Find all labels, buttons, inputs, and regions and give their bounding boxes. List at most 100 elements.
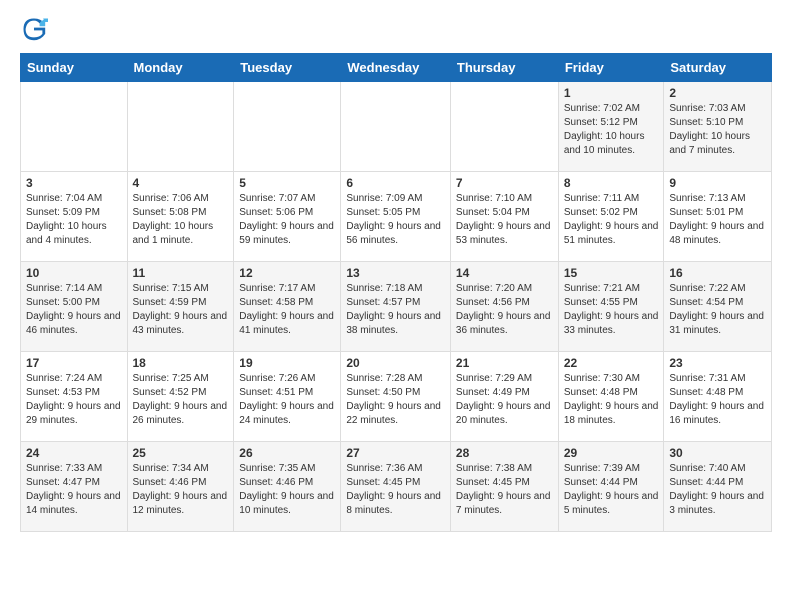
calendar-cell: 23Sunrise: 7:31 AM Sunset: 4:48 PM Dayli…: [664, 352, 772, 442]
calendar-cell: 6 Sunrise: 7:09 AM Sunset: 5:05 PM Daylig…: [341, 172, 451, 262]
day-number: 27: [346, 446, 445, 460]
day-number: 22: [564, 356, 659, 370]
day-number: 7: [456, 176, 553, 190]
calendar-cell: [341, 82, 451, 172]
day-number: 21: [456, 356, 553, 370]
day-info: Sunrise: 7:40 AM Sunset: 4:44 PM Dayligh…: [669, 462, 766, 518]
calendar-cell: 24Sunrise: 7:33 AM Sunset: 4:47 PM Dayli…: [21, 442, 128, 532]
calendar-cell: 20 Sunrise: 7:28 AM Sunset: 4:50 PM Dayli…: [341, 352, 451, 442]
day-info: Sunrise: 7:35 AM Sunset: 4:46 PM Dayligh…: [239, 462, 335, 518]
day-info: Sunrise: 7:09 AM Sunset: 5:05 PM Dayligh…: [346, 192, 445, 248]
calendar-cell: 29Sunrise: 7:39 AM Sunset: 4:44 PM Dayli…: [558, 442, 664, 532]
calendar-cell: 11 Sunrise: 7:15 AM Sunset: 4:59 PM Dayli…: [127, 262, 234, 352]
day-info: Sunrise: 7:38 AM Sunset: 4:45 PM Dayligh…: [456, 462, 553, 518]
calendar-body: 1 Sunrise: 7:02 AM Sunset: 5:12 PM Daylig…: [21, 82, 772, 532]
calendar-cell: 10 Sunrise: 7:14 AM Sunset: 5:00 PM Dayli…: [21, 262, 128, 352]
day-number: 1: [564, 86, 659, 100]
header-row: SundayMondayTuesdayWednesdayThursdayFrid…: [21, 54, 772, 82]
calendar-cell: 28 Sunrise: 7:38 AM Sunset: 4:45 PM Dayli…: [450, 442, 558, 532]
day-info: Sunrise: 7:04 AM Sunset: 5:09 PM Dayligh…: [26, 192, 122, 248]
day-number: 14: [456, 266, 553, 280]
calendar-cell: 12 Sunrise: 7:17 AM Sunset: 4:58 PM Dayli…: [234, 262, 341, 352]
day-header-tuesday: Tuesday: [234, 54, 341, 82]
day-info: Sunrise: 7:28 AM Sunset: 4:50 PM Dayligh…: [346, 372, 445, 428]
day-number: 3: [26, 176, 122, 190]
calendar-cell: 27 Sunrise: 7:36 AM Sunset: 4:45 PM Dayli…: [341, 442, 451, 532]
day-number: 18: [133, 356, 229, 370]
day-number: 20: [346, 356, 445, 370]
day-number: 17: [26, 356, 122, 370]
day-info: Sunrise: 7:06 AM Sunset: 5:08 PM Dayligh…: [133, 192, 229, 248]
calendar-cell: 17 Sunrise: 7:24 AM Sunset: 4:53 PM Dayli…: [21, 352, 128, 442]
calendar-cell: 30 Sunrise: 7:40 AM Sunset: 4:44 PM Dayli…: [664, 442, 772, 532]
calendar-cell: 22Sunrise: 7:30 AM Sunset: 4:48 PM Dayli…: [558, 352, 664, 442]
calendar-cell: 7 Sunrise: 7:10 AM Sunset: 5:04 PM Daylig…: [450, 172, 558, 262]
day-info: Sunrise: 7:24 AM Sunset: 4:53 PM Dayligh…: [26, 372, 122, 428]
day-info: Sunrise: 7:11 AM Sunset: 5:02 PM Dayligh…: [564, 192, 659, 248]
calendar-cell: 8 Sunrise: 7:11 AM Sunset: 5:02 PM Daylig…: [558, 172, 664, 262]
day-info: Sunrise: 7:17 AM Sunset: 4:58 PM Dayligh…: [239, 282, 335, 338]
day-header-monday: Monday: [127, 54, 234, 82]
day-header-friday: Friday: [558, 54, 664, 82]
day-info: Sunrise: 7:10 AM Sunset: 5:04 PM Dayligh…: [456, 192, 553, 248]
calendar-cell: 26 Sunrise: 7:35 AM Sunset: 4:46 PM Dayli…: [234, 442, 341, 532]
day-info: Sunrise: 7:02 AM Sunset: 5:12 PM Dayligh…: [564, 102, 659, 158]
day-number: 12: [239, 266, 335, 280]
day-info: Sunrise: 7:22 AM Sunset: 4:54 PM Dayligh…: [669, 282, 766, 338]
week-row-4: 17 Sunrise: 7:24 AM Sunset: 4:53 PM Dayli…: [21, 352, 772, 442]
calendar-cell: 16Sunrise: 7:22 AM Sunset: 4:54 PM Dayli…: [664, 262, 772, 352]
day-info: Sunrise: 7:07 AM Sunset: 5:06 PM Dayligh…: [239, 192, 335, 248]
calendar-cell: 4 Sunrise: 7:06 AM Sunset: 5:08 PM Daylig…: [127, 172, 234, 262]
week-row-2: 3 Sunrise: 7:04 AM Sunset: 5:09 PM Daylig…: [21, 172, 772, 262]
day-header-sunday: Sunday: [21, 54, 128, 82]
week-row-3: 10 Sunrise: 7:14 AM Sunset: 5:00 PM Dayli…: [21, 262, 772, 352]
day-info: Sunrise: 7:26 AM Sunset: 4:51 PM Dayligh…: [239, 372, 335, 428]
day-info: Sunrise: 7:36 AM Sunset: 4:45 PM Dayligh…: [346, 462, 445, 518]
day-info: Sunrise: 7:21 AM Sunset: 4:55 PM Dayligh…: [564, 282, 659, 338]
day-header-saturday: Saturday: [664, 54, 772, 82]
day-number: 5: [239, 176, 335, 190]
header-area: [0, 0, 792, 53]
calendar-cell: 5 Sunrise: 7:07 AM Sunset: 5:06 PM Daylig…: [234, 172, 341, 262]
calendar-cell: [127, 82, 234, 172]
day-info: Sunrise: 7:14 AM Sunset: 5:00 PM Dayligh…: [26, 282, 122, 338]
day-header-wednesday: Wednesday: [341, 54, 451, 82]
day-info: Sunrise: 7:29 AM Sunset: 4:49 PM Dayligh…: [456, 372, 553, 428]
calendar-cell: 13 Sunrise: 7:18 AM Sunset: 4:57 PM Dayli…: [341, 262, 451, 352]
calendar-cell: 9Sunrise: 7:13 AM Sunset: 5:01 PM Daylig…: [664, 172, 772, 262]
day-info: Sunrise: 7:20 AM Sunset: 4:56 PM Dayligh…: [456, 282, 553, 338]
day-number: 8: [564, 176, 659, 190]
day-info: Sunrise: 7:15 AM Sunset: 4:59 PM Dayligh…: [133, 282, 229, 338]
day-info: Sunrise: 7:13 AM Sunset: 5:01 PM Dayligh…: [669, 192, 766, 248]
day-header-thursday: Thursday: [450, 54, 558, 82]
day-number: 28: [456, 446, 553, 460]
day-number: 26: [239, 446, 335, 460]
day-number: 13: [346, 266, 445, 280]
day-info: Sunrise: 7:18 AM Sunset: 4:57 PM Dayligh…: [346, 282, 445, 338]
calendar-cell: 14 Sunrise: 7:20 AM Sunset: 4:56 PM Dayli…: [450, 262, 558, 352]
day-number: 10: [26, 266, 122, 280]
calendar-cell: 2Sunrise: 7:03 AM Sunset: 5:10 PM Daylig…: [664, 82, 772, 172]
logo-icon: [20, 15, 48, 43]
day-info: Sunrise: 7:31 AM Sunset: 4:48 PM Dayligh…: [669, 372, 766, 428]
calendar-table: SundayMondayTuesdayWednesdayThursdayFrid…: [20, 53, 772, 532]
calendar-cell: 18Sunrise: 7:25 AM Sunset: 4:52 PM Dayli…: [127, 352, 234, 442]
day-number: 29: [564, 446, 659, 460]
calendar-cell: [450, 82, 558, 172]
day-number: 11: [133, 266, 229, 280]
calendar-cell: 1 Sunrise: 7:02 AM Sunset: 5:12 PM Daylig…: [558, 82, 664, 172]
calendar-cell: 25Sunrise: 7:34 AM Sunset: 4:46 PM Dayli…: [127, 442, 234, 532]
calendar-cell: [21, 82, 128, 172]
calendar-header: SundayMondayTuesdayWednesdayThursdayFrid…: [21, 54, 772, 82]
day-info: Sunrise: 7:34 AM Sunset: 4:46 PM Dayligh…: [133, 462, 229, 518]
day-number: 6: [346, 176, 445, 190]
day-number: 2: [669, 86, 766, 100]
calendar-wrapper: SundayMondayTuesdayWednesdayThursdayFrid…: [0, 53, 792, 542]
logo: [20, 15, 52, 43]
week-row-5: 24Sunrise: 7:33 AM Sunset: 4:47 PM Dayli…: [21, 442, 772, 532]
week-row-1: 1 Sunrise: 7:02 AM Sunset: 5:12 PM Daylig…: [21, 82, 772, 172]
calendar-cell: [234, 82, 341, 172]
day-number: 4: [133, 176, 229, 190]
day-number: 30: [669, 446, 766, 460]
day-info: Sunrise: 7:33 AM Sunset: 4:47 PM Dayligh…: [26, 462, 122, 518]
